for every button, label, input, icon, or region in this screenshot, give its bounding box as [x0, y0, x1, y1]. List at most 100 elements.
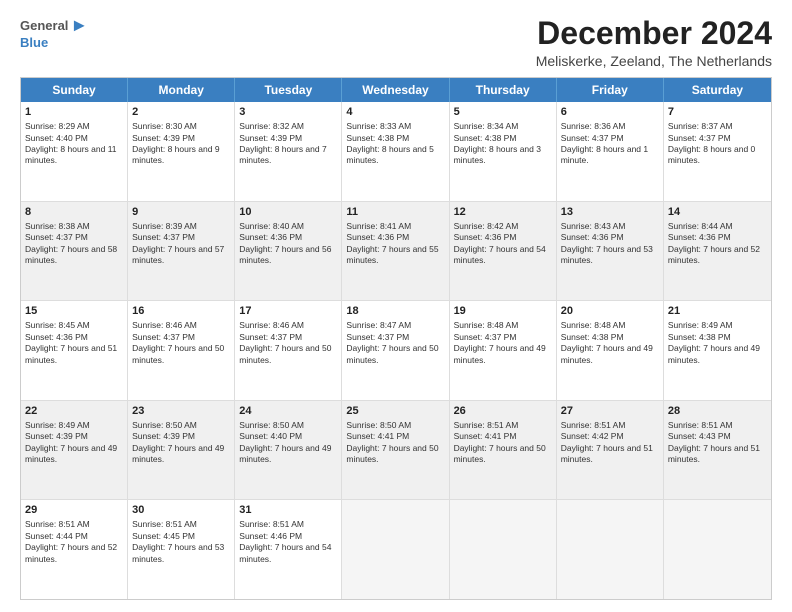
cal-cell-18: 18Sunrise: 8:47 AMSunset: 4:37 PMDayligh…	[342, 301, 449, 400]
day-header-saturday: Saturday	[664, 78, 771, 102]
sunset-text: Sunset: 4:36 PM	[25, 332, 88, 342]
cal-cell-15: 15Sunrise: 8:45 AMSunset: 4:36 PMDayligh…	[21, 301, 128, 400]
day-number: 9	[132, 205, 230, 220]
logo-general-text: General	[20, 19, 68, 33]
sunrise-text: Sunrise: 8:33 AM	[346, 121, 411, 131]
cal-cell-26: 26Sunrise: 8:51 AMSunset: 4:41 PMDayligh…	[450, 401, 557, 500]
day-number: 16	[132, 304, 230, 319]
cal-row-2: 15Sunrise: 8:45 AMSunset: 4:36 PMDayligh…	[21, 300, 771, 400]
sunrise-text: Sunrise: 8:29 AM	[25, 121, 90, 131]
day-number: 2	[132, 105, 230, 120]
cal-cell-29: 29Sunrise: 8:51 AMSunset: 4:44 PMDayligh…	[21, 500, 128, 599]
daylight-text: Daylight: 7 hours and 49 minutes.	[132, 443, 224, 464]
day-number: 13	[561, 205, 659, 220]
daylight-text: Daylight: 8 hours and 3 minutes.	[454, 144, 541, 165]
daylight-text: Daylight: 7 hours and 57 minutes.	[132, 244, 224, 265]
day-number: 28	[668, 404, 767, 419]
daylight-text: Daylight: 7 hours and 51 minutes.	[25, 343, 117, 364]
sunrise-text: Sunrise: 8:41 AM	[346, 221, 411, 231]
cal-cell-6: 6Sunrise: 8:36 AMSunset: 4:37 PMDaylight…	[557, 102, 664, 201]
logo-blue-text: Blue	[20, 36, 48, 50]
day-header-thursday: Thursday	[450, 78, 557, 102]
daylight-text: Daylight: 7 hours and 49 minutes.	[668, 343, 760, 364]
daylight-text: Daylight: 7 hours and 56 minutes.	[239, 244, 331, 265]
cal-cell-2: 2Sunrise: 8:30 AMSunset: 4:39 PMDaylight…	[128, 102, 235, 201]
cal-cell-20: 20Sunrise: 8:48 AMSunset: 4:38 PMDayligh…	[557, 301, 664, 400]
cal-cell-4: 4Sunrise: 8:33 AMSunset: 4:38 PMDaylight…	[342, 102, 449, 201]
day-number: 15	[25, 304, 123, 319]
daylight-text: Daylight: 7 hours and 49 minutes.	[561, 343, 653, 364]
cal-cell-27: 27Sunrise: 8:51 AMSunset: 4:42 PMDayligh…	[557, 401, 664, 500]
title-block: December 2024 Meliskerke, Zeeland, The N…	[536, 16, 772, 69]
sunrise-text: Sunrise: 8:36 AM	[561, 121, 626, 131]
sunset-text: Sunset: 4:36 PM	[454, 232, 517, 242]
day-number: 5	[454, 105, 552, 120]
header: General ► Blue December 2024 Meliskerke,…	[20, 16, 772, 69]
sunrise-text: Sunrise: 8:46 AM	[239, 320, 304, 330]
sunrise-text: Sunrise: 8:43 AM	[561, 221, 626, 231]
day-number: 21	[668, 304, 767, 319]
sunrise-text: Sunrise: 8:30 AM	[132, 121, 197, 131]
sunrise-text: Sunrise: 8:46 AM	[132, 320, 197, 330]
cal-cell-7: 7Sunrise: 8:37 AMSunset: 4:37 PMDaylight…	[664, 102, 771, 201]
sunrise-text: Sunrise: 8:50 AM	[132, 420, 197, 430]
daylight-text: Daylight: 7 hours and 52 minutes.	[25, 542, 117, 563]
sunset-text: Sunset: 4:37 PM	[25, 232, 88, 242]
day-number: 4	[346, 105, 444, 120]
daylight-text: Daylight: 7 hours and 51 minutes.	[668, 443, 760, 464]
day-number: 8	[25, 205, 123, 220]
cal-cell-21: 21Sunrise: 8:49 AMSunset: 4:38 PMDayligh…	[664, 301, 771, 400]
sunset-text: Sunset: 4:43 PM	[668, 431, 731, 441]
sunset-text: Sunset: 4:36 PM	[346, 232, 409, 242]
sunrise-text: Sunrise: 8:32 AM	[239, 121, 304, 131]
empty-cell	[557, 500, 664, 599]
cal-cell-5: 5Sunrise: 8:34 AM Sunset: 4:38 PMDaylight…	[450, 102, 557, 201]
daylight-text: Daylight: 7 hours and 53 minutes.	[561, 244, 653, 265]
day-number: 17	[239, 304, 337, 319]
sunrise-text: Sunrise: 8:34 AM	[454, 121, 519, 131]
logo-arrow-icon: ►	[70, 16, 88, 36]
day-header-monday: Monday	[128, 78, 235, 102]
day-header-sunday: Sunday	[21, 78, 128, 102]
daylight-text: Daylight: 8 hours and 1 minute.	[561, 144, 648, 165]
sunset-text: Sunset: 4:37 PM	[668, 133, 731, 143]
cal-cell-30: 30Sunrise: 8:51 AM Sunset: 4:45 PMDayligh…	[128, 500, 235, 599]
day-number: 27	[561, 404, 659, 419]
cal-cell-1: 1Sunrise: 8:29 AMSunset: 4:40 PMDaylight…	[21, 102, 128, 201]
day-number: 24	[239, 404, 337, 419]
empty-cell	[664, 500, 771, 599]
sunset-text: Sunset: 4:37 PM	[561, 133, 624, 143]
cal-row-1: 8Sunrise: 8:38 AMSunset: 4:37 PMDaylight…	[21, 201, 771, 301]
day-number: 11	[346, 205, 444, 220]
cal-cell-11: 11Sunrise: 8:41 AMSunset: 4:36 PMDayligh…	[342, 202, 449, 301]
day-number: 30	[132, 503, 230, 518]
daylight-text: Daylight: 7 hours and 50 minutes.	[239, 343, 331, 364]
sunset-text: Sunset: 4:45 PM	[132, 531, 195, 541]
day-number: 31	[239, 503, 337, 518]
sunset-text: Sunset: 4:36 PM	[239, 232, 302, 242]
cal-cell-31: 31Sunrise: 8:51 AMSunset: 4:46 PMDayligh…	[235, 500, 342, 599]
day-number: 25	[346, 404, 444, 419]
sunset-text: Sunset: 4:40 PM	[239, 431, 302, 441]
cal-row-4: 29Sunrise: 8:51 AMSunset: 4:44 PMDayligh…	[21, 499, 771, 599]
sunrise-text: Sunrise: 8:37 AM	[668, 121, 733, 131]
day-number: 14	[668, 205, 767, 220]
day-header-tuesday: Tuesday	[235, 78, 342, 102]
day-number: 20	[561, 304, 659, 319]
sunrise-text: Sunrise: 8:51 AM	[132, 519, 197, 529]
sunset-text: Sunset: 4:38 PM	[454, 133, 517, 143]
sunrise-text: Sunrise: 8:44 AM	[668, 221, 733, 231]
day-number: 12	[454, 205, 552, 220]
sunset-text: Sunset: 4:46 PM	[239, 531, 302, 541]
sunrise-text: Sunrise: 8:48 AM	[454, 320, 519, 330]
day-number: 18	[346, 304, 444, 319]
daylight-text: Daylight: 7 hours and 53 minutes.	[132, 542, 224, 563]
cal-cell-23: 23Sunrise: 8:50 AMSunset: 4:39 PMDayligh…	[128, 401, 235, 500]
day-number: 29	[25, 503, 123, 518]
calendar-header: SundayMondayTuesdayWednesdayThursdayFrid…	[21, 78, 771, 102]
cal-row-0: 1Sunrise: 8:29 AMSunset: 4:40 PMDaylight…	[21, 102, 771, 201]
day-number: 26	[454, 404, 552, 419]
daylight-text: Daylight: 7 hours and 52 minutes.	[668, 244, 760, 265]
calendar-body: 1Sunrise: 8:29 AMSunset: 4:40 PMDaylight…	[21, 102, 771, 599]
sunrise-text: Sunrise: 8:51 AM	[239, 519, 304, 529]
